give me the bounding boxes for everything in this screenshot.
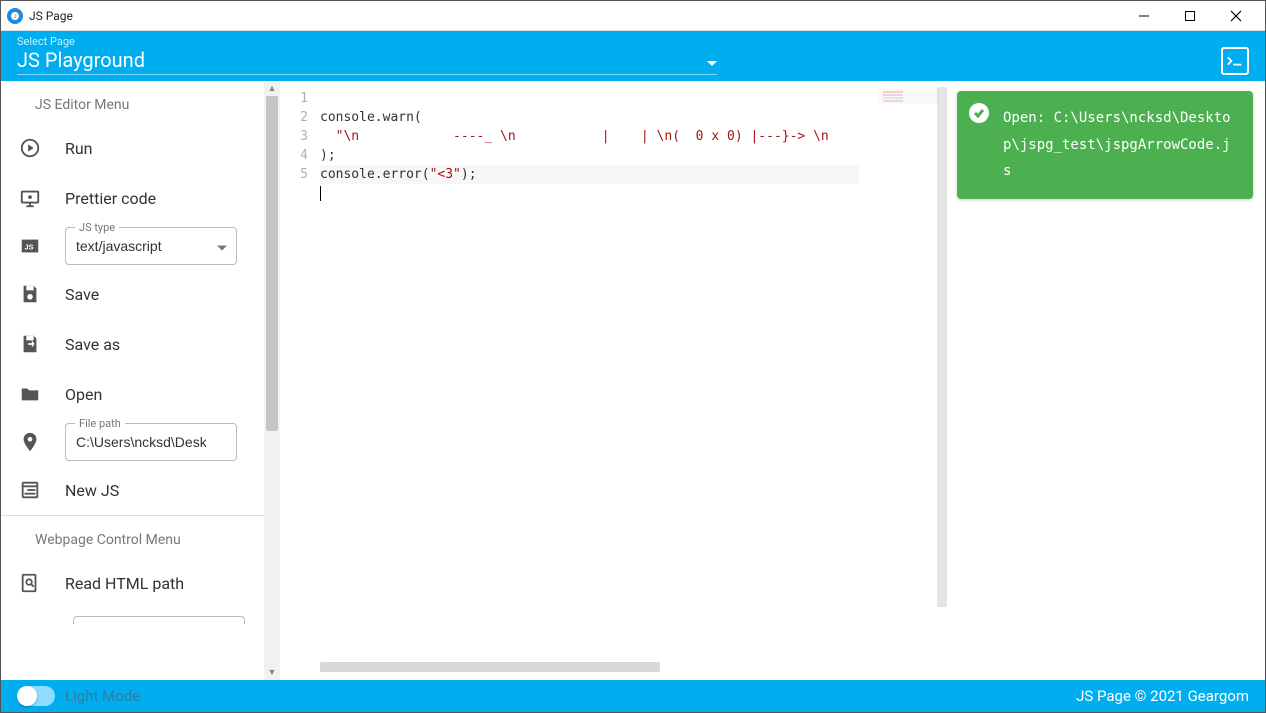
page-selector[interactable]: Select Page JS Playground [17,35,717,75]
text-cursor [320,186,321,201]
jstype-label: JS type [75,221,119,234]
titlebar: J JS Page [1,1,1265,31]
sidebar-section-webpage: Webpage Control Menu [1,516,264,558]
minimap[interactable] [879,89,939,104]
page-title: JS Playground [17,48,145,72]
scroll-down-icon: ▼ [264,665,280,680]
saveas-icon [19,333,41,355]
close-button[interactable] [1213,1,1259,31]
line-number: 3 [280,127,308,146]
scrollbar-thumb[interactable] [937,87,947,607]
svg-text:JS: JS [25,243,34,252]
theme-toggle[interactable] [17,686,55,706]
main-body: JS Editor Menu Run Prettier code JS JS t… [1,81,1265,680]
copyright: JS Page © 2021 Geargom [1076,687,1249,705]
run-terminal-button[interactable] [1221,47,1249,75]
sidebar-item-prettier[interactable]: Prettier code [1,173,264,223]
js-icon: JS [19,235,41,257]
sidebar-item-label: New JS [65,481,119,500]
sidebar-item-label: Open [65,385,102,404]
sidebar-item-label: Prettier code [65,189,156,208]
line-number: 2 [280,108,308,127]
theme-label: Light Mode [65,687,140,705]
app-icon: J [7,8,23,24]
play-icon [19,137,41,159]
sidebar-item-readhtml[interactable]: Read HTML path [1,558,264,608]
sidebar-item-save[interactable]: Save [1,269,264,319]
line-number: 1 [280,89,308,108]
notifications-panel: Open: C:\Users\ncksd\Desktop\jspg_test\j… [949,81,1265,680]
chevron-down-icon [707,48,717,72]
line-number: 4 [280,146,308,165]
editor-hscrollbar[interactable] [320,660,939,674]
appbar: Select Page JS Playground [1,31,1265,81]
sidebar-item-label: Save [65,285,99,304]
htmlpath-input-partial[interactable] [73,616,245,624]
success-toast[interactable]: Open: C:\Users\ncksd\Desktop\jspg_test\j… [957,91,1253,199]
scrollbar-thumb[interactable] [266,96,278,431]
minimize-button[interactable] [1121,1,1167,31]
select-page-label: Select Page [17,35,717,48]
sidebar-item-label: Read HTML path [65,574,184,593]
folder-icon [19,383,41,405]
check-icon [969,103,989,123]
code-content[interactable]: console.warn( "\n ----_ \n | | \n( 0 x 0… [320,89,949,660]
sidebar-item-saveas[interactable]: Save as [1,319,264,369]
toast-message: Open: C:\Users\ncksd\Desktop\jspg_test\j… [1003,110,1231,179]
line-gutter: 1 2 3 4 5 [280,89,320,660]
editor-vscrollbar[interactable] [935,87,949,658]
sidebar-item-run[interactable]: Run [1,123,264,173]
statusbar: Light Mode JS Page © 2021 Geargom [1,680,1265,712]
sidebar-scrollbar[interactable]: ▲ ▼ [264,81,280,680]
sidebar-item-label: Run [65,139,93,158]
pin-icon [19,431,41,453]
window-title: JS Page [29,9,73,23]
code-editor[interactable]: 1 2 3 4 5 console.warn( "\n ----_ \n | |… [280,81,949,680]
scrollbar-thumb[interactable] [320,662,660,672]
svg-text:J: J [14,14,17,20]
newfile-icon [19,479,41,501]
sidebar-item-newjs[interactable]: New JS [1,465,264,515]
save-icon [19,283,41,305]
sidebar-item-label: Save as [65,335,120,354]
filepath-label: File path [75,417,125,430]
maximize-button[interactable] [1167,1,1213,31]
sidebar-item-open[interactable]: Open [1,369,264,419]
sidebar-section-editor: JS Editor Menu [1,81,264,123]
chevron-down-icon [217,237,227,256]
app-window: J JS Page Select Page JS Playground JS E… [0,0,1266,713]
search-file-icon [19,572,41,594]
line-number: 5 [280,165,308,184]
sidebar: JS Editor Menu Run Prettier code JS JS t… [1,81,264,680]
scroll-up-icon: ▲ [264,81,280,96]
screen-icon [19,187,41,209]
